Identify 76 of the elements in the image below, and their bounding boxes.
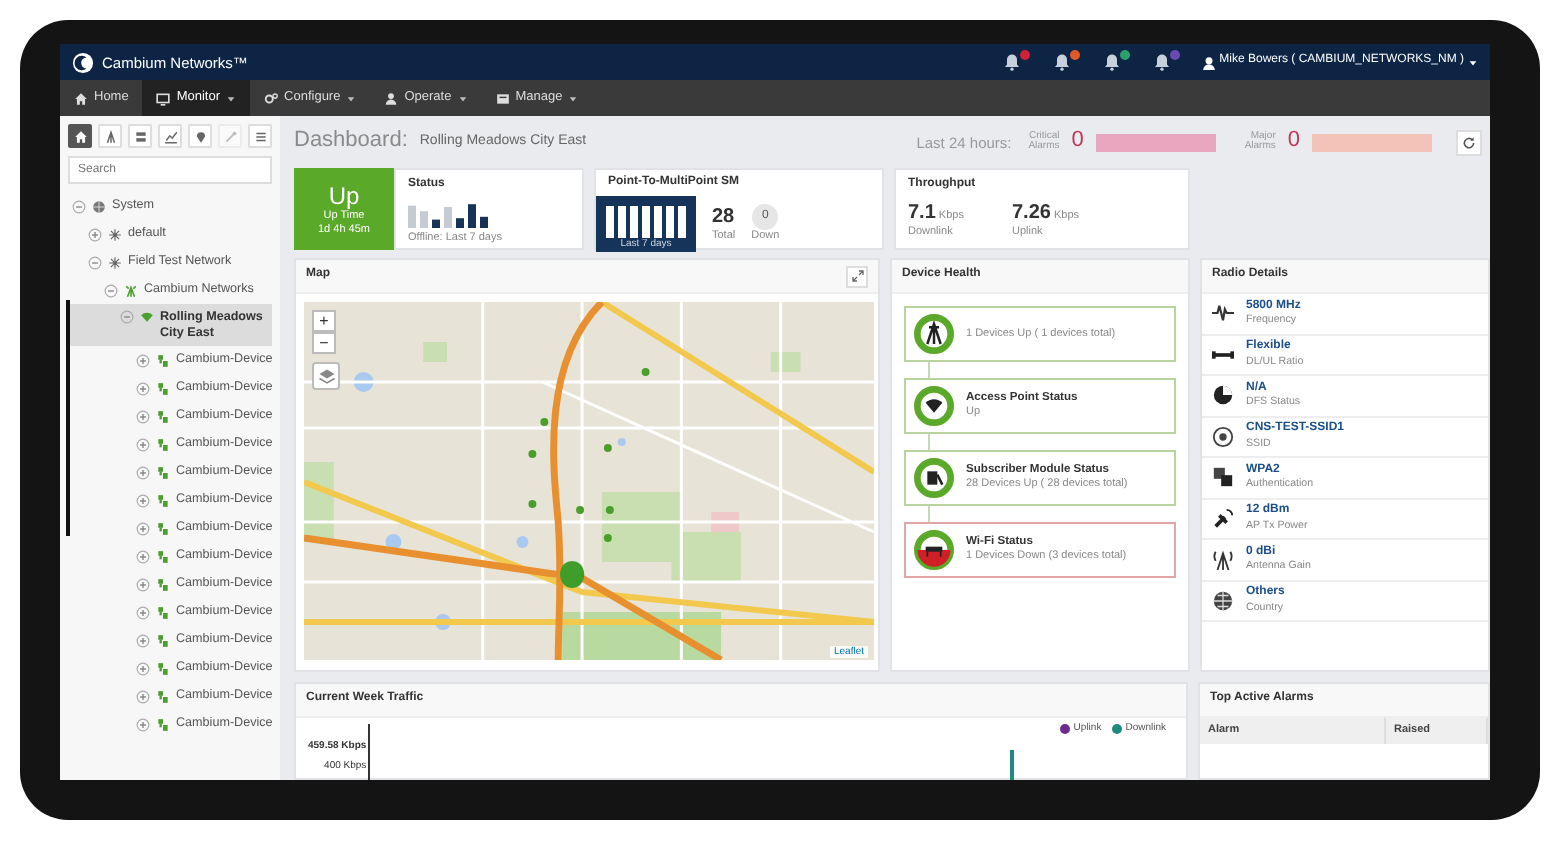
status-value: Up <box>328 181 360 210</box>
wrench-icon <box>223 129 237 143</box>
ssid-icon <box>1212 425 1234 448</box>
refresh-icon <box>1462 135 1476 149</box>
logo-icon <box>72 51 94 73</box>
throughput-value: 7.26 <box>1011 202 1051 225</box>
device-icon <box>156 605 170 620</box>
device-icon <box>156 409 170 424</box>
scrollbar-thumb[interactable] <box>66 300 70 536</box>
manage-icon <box>495 91 510 105</box>
sidebar-tool-button[interactable] <box>68 124 92 148</box>
bell-icon <box>1051 51 1072 71</box>
user-icon <box>1201 55 1216 69</box>
caret-icon <box>1468 57 1478 67</box>
caret-icon <box>457 93 468 103</box>
country-icon <box>1212 589 1234 612</box>
operate-icon <box>384 91 399 105</box>
device-icon <box>156 493 170 508</box>
layers-button[interactable] <box>312 362 340 390</box>
device-icon <box>156 689 170 704</box>
device-icon <box>156 437 170 452</box>
refresh-button[interactable] <box>1456 129 1482 155</box>
alarm-count: 0 <box>1071 128 1084 156</box>
sparkline-drawing <box>408 200 492 229</box>
status-ring-icon <box>914 530 954 570</box>
frequency-icon <box>1212 302 1234 325</box>
notification-bell[interactable] <box>1051 51 1076 73</box>
expand-icon <box>851 270 863 282</box>
chart-icon <box>163 129 177 143</box>
history-bars-drawing <box>606 206 686 239</box>
total-count: 28 <box>712 205 736 230</box>
throughput-value: 7.1 <box>908 202 936 225</box>
list-icon <box>253 129 267 143</box>
bell-icon <box>1001 51 1022 71</box>
zoom-out-button[interactable]: − <box>312 332 336 354</box>
bell-icon <box>1151 51 1172 71</box>
caret-icon <box>226 93 237 103</box>
dfs-icon <box>1212 384 1234 407</box>
server-icon <box>133 129 147 143</box>
power-icon <box>1212 507 1234 530</box>
pin-icon <box>193 129 207 143</box>
notification-bell[interactable] <box>1101 51 1126 73</box>
notification-bell[interactable] <box>1151 51 1176 73</box>
caret-icon <box>568 93 579 103</box>
tower-icon <box>103 129 117 143</box>
alarm-count: 0 <box>1287 128 1300 156</box>
status-ring-icon <box>914 314 954 354</box>
caret-icon <box>346 93 357 103</box>
system-icon <box>92 199 106 213</box>
device-icon <box>156 717 170 732</box>
expand-button[interactable] <box>846 265 868 287</box>
device-icon <box>156 381 170 396</box>
network-icon <box>108 255 122 269</box>
notification-bell[interactable] <box>1001 51 1026 73</box>
antenna-icon <box>1212 548 1234 571</box>
wifi-icon <box>140 310 154 324</box>
monitor-icon <box>156 91 171 105</box>
device-icon <box>156 465 170 480</box>
network-icon <box>108 227 122 241</box>
zoom-in-button[interactable]: + <box>312 310 336 332</box>
configure-icon <box>264 91 279 105</box>
home-icon <box>74 91 88 105</box>
device-icon <box>156 353 170 368</box>
home-icon <box>73 129 87 143</box>
device-icon <box>156 521 170 536</box>
layers-icon <box>317 367 335 385</box>
auth-icon <box>1212 466 1234 489</box>
device-icon <box>156 661 170 676</box>
status-ring-icon <box>914 458 954 498</box>
status-ring-icon <box>914 386 954 426</box>
page-title: Dashboard: <box>294 128 408 156</box>
bell-icon <box>1101 51 1122 71</box>
device-icon <box>156 549 170 564</box>
device-icon <box>156 577 170 592</box>
device-icon <box>156 633 170 648</box>
tower-icon <box>124 283 138 297</box>
